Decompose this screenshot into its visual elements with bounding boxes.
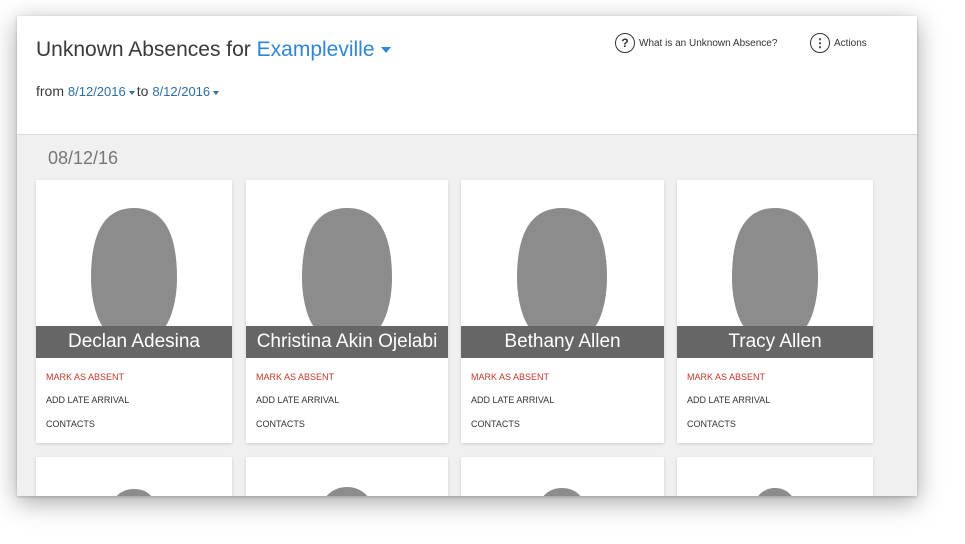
app-window: Unknown Absences for Exampleville from 8…	[17, 16, 917, 496]
mark-absent-button[interactable]: MARK AS ABSENT	[46, 372, 124, 382]
add-late-arrival-button[interactable]: ADD LATE ARRIVAL	[687, 395, 770, 405]
contacts-button[interactable]: CONTACTS	[256, 419, 305, 429]
student-card: Declan Adesina MARK AS ABSENT ADD LATE A…	[36, 180, 232, 443]
student-card: Tracy Allen MARK AS ABSENT ADD LATE ARRI…	[677, 180, 873, 443]
question-circle-icon: ?	[615, 33, 635, 53]
to-date: 8/12/2016	[152, 84, 211, 99]
page-title: Unknown Absences for Exampleville	[36, 38, 391, 62]
name-band: Declan Adesina	[36, 326, 232, 358]
student-card-partial	[36, 457, 232, 496]
student-card-partial	[246, 457, 448, 496]
more-vertical-circle-icon: ⋮	[810, 33, 830, 53]
actions-button[interactable]: ⋮ Actions	[810, 33, 867, 53]
student-photo: Christina Akin Ojelabi	[246, 180, 448, 358]
name-band: Tracy Allen	[677, 326, 873, 358]
mark-absent-button[interactable]: MARK AS ABSENT	[256, 372, 334, 382]
student-name: Tracy Allen	[728, 331, 822, 352]
student-card: Christina Akin Ojelabi MARK AS ABSENT AD…	[246, 180, 448, 443]
add-late-arrival-button[interactable]: ADD LATE ARRIVAL	[256, 395, 339, 405]
to-label: to	[136, 83, 149, 99]
student-card-partial	[461, 457, 664, 496]
contacts-button[interactable]: CONTACTS	[46, 419, 95, 429]
chevron-down-icon	[128, 90, 135, 95]
chevron-down-icon	[380, 47, 391, 54]
date-range: from 8/12/2016 to 8/12/2016	[36, 83, 221, 99]
chevron-down-icon	[213, 90, 220, 95]
add-late-arrival-button[interactable]: ADD LATE ARRIVAL	[46, 395, 129, 405]
name-band: Bethany Allen	[461, 326, 664, 358]
actions-label: Actions	[834, 37, 867, 49]
mark-absent-button[interactable]: MARK AS ABSENT	[687, 372, 765, 382]
page-header: Unknown Absences for Exampleville from 8…	[17, 16, 917, 135]
from-label: from	[36, 83, 64, 99]
student-name: Bethany Allen	[504, 331, 621, 352]
student-card-partial	[677, 457, 873, 496]
student-name: Christina Akin Ojelabi	[256, 331, 438, 352]
contacts-button[interactable]: CONTACTS	[471, 419, 520, 429]
title-prefix: Unknown Absences for	[36, 38, 251, 61]
school-selector[interactable]: Exampleville	[257, 38, 391, 61]
avatar-placeholder-icon	[326, 487, 368, 496]
avatar-placeholder-icon	[758, 488, 792, 496]
add-late-arrival-button[interactable]: ADD LATE ARRIVAL	[471, 395, 554, 405]
help-label: What is an Unknown Absence?	[639, 37, 778, 49]
student-card: Bethany Allen MARK AS ABSENT ADD LATE AR…	[461, 180, 664, 443]
from-date-picker[interactable]: 8/12/2016	[68, 84, 137, 99]
help-link[interactable]: ? What is an Unknown Absence?	[615, 33, 777, 53]
avatar-placeholder-icon	[543, 488, 581, 496]
to-date-picker[interactable]: 8/12/2016	[152, 84, 221, 99]
student-photo: Tracy Allen	[677, 180, 873, 358]
student-photo: Declan Adesina	[36, 180, 232, 358]
student-photo: Bethany Allen	[461, 180, 664, 358]
date-heading: 08/12/16	[48, 148, 119, 168]
school-name: Exampleville	[256, 38, 375, 61]
avatar-placeholder-icon	[116, 489, 152, 496]
from-date: 8/12/2016	[67, 84, 126, 99]
student-name: Declan Adesina	[67, 331, 201, 352]
name-band: Christina Akin Ojelabi	[246, 326, 448, 358]
mark-absent-button[interactable]: MARK AS ABSENT	[471, 372, 549, 382]
contacts-button[interactable]: CONTACTS	[687, 419, 736, 429]
